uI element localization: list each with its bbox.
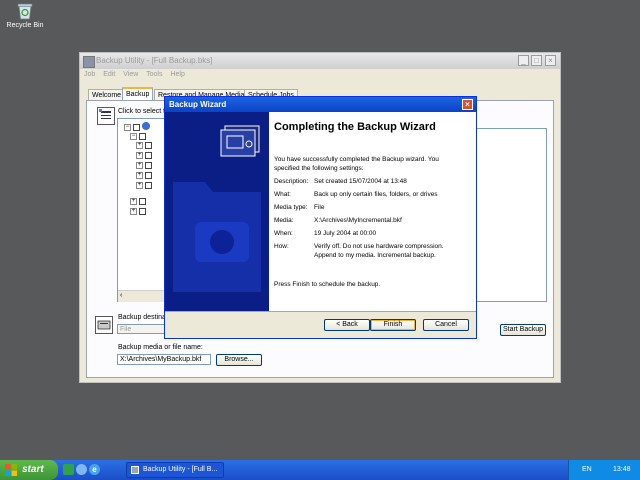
tree-expander[interactable]: − (124, 124, 131, 131)
backup-tree[interactable]: − − + + + + + + + ‹ (117, 118, 169, 302)
scroll-left-icon[interactable]: ‹ (120, 292, 122, 299)
setting-label-what: What: (274, 191, 291, 198)
clock[interactable]: 13:48 (613, 466, 631, 473)
tree-checkbox[interactable] (133, 124, 140, 131)
setting-value-how: Verify off. Do not use hardware compress… (314, 243, 444, 259)
tree-checkbox[interactable] (145, 152, 152, 159)
tree-expander[interactable]: + (136, 172, 143, 179)
tree-expander[interactable]: + (136, 142, 143, 149)
show-desktop-icon[interactable] (63, 464, 74, 475)
menu-tools[interactable]: Tools (146, 71, 162, 78)
media-player-icon[interactable] (76, 464, 87, 475)
backup-destination-icon (95, 316, 113, 334)
cancel-button[interactable]: Cancel (423, 319, 469, 331)
menu-edit[interactable]: Edit (103, 71, 115, 78)
wizard-heading: Completing the Backup Wizard (274, 121, 436, 133)
main-window-title: Backup Utility - [Full Backup.bks] (96, 56, 213, 65)
back-button[interactable]: < Back (324, 319, 370, 331)
tree-checkbox[interactable] (139, 133, 146, 140)
backup-wizard-graphic (165, 112, 269, 311)
menu-job[interactable]: Job (84, 71, 95, 78)
internet-explorer-icon[interactable]: e (89, 464, 100, 475)
tree-expander[interactable]: + (136, 162, 143, 169)
tree-checkbox[interactable] (145, 172, 152, 179)
tree-expander[interactable]: + (136, 152, 143, 159)
select-items-label: Click to select t (118, 108, 166, 115)
wizard-intro-text: You have successfully completed the Back… (274, 156, 439, 172)
wizard-footer-text: Press Finish to schedule the backup. (274, 281, 381, 288)
setting-label-when: When: (274, 230, 293, 237)
recycle-bin-icon (17, 2, 33, 20)
setting-value-media: X:\Archives\MyIncremental.bkf (314, 217, 402, 224)
start-button[interactable]: start (0, 460, 58, 480)
browse-button[interactable]: Browse... (216, 354, 262, 366)
taskbar-item-label: Backup Utility - [Full B... (143, 466, 218, 473)
desktop-node-icon (142, 122, 150, 130)
wizard-separator (165, 311, 476, 312)
tree-checkbox[interactable] (139, 208, 146, 215)
menu-help[interactable]: Help (170, 71, 184, 78)
setting-label-how: How: (274, 243, 289, 250)
tree-expander[interactable]: − (130, 133, 137, 140)
setting-value-what: Back up only certain files, folders, or … (314, 191, 438, 198)
main-close-button[interactable]: × (545, 55, 556, 66)
windows-logo-icon (5, 464, 17, 476)
tree-expander[interactable]: + (130, 208, 137, 215)
backup-task-icon (131, 466, 139, 474)
wizard-title: Backup Wizard (169, 100, 227, 109)
wizard-title-bar[interactable]: Backup Wizard × (165, 97, 476, 112)
media-name-input[interactable]: X:\Archives\MyBackup.bkf (117, 354, 211, 365)
main-title-bar[interactable]: Backup Utility - [Full Backup.bks] _ □ × (80, 53, 560, 69)
backup-wizard-dialog: Backup Wizard × Completing the Backup Wi… (164, 96, 477, 339)
backup-destination-label: Backup destina (118, 314, 166, 321)
setting-label-media-type: Media type: (274, 204, 308, 211)
backup-items-icon (97, 107, 115, 125)
tree-expander[interactable]: + (136, 182, 143, 189)
setting-label-media: Media: (274, 217, 294, 224)
language-indicator[interactable]: EN (582, 466, 592, 473)
backup-app-icon (83, 56, 95, 68)
tree-checkbox[interactable] (145, 142, 152, 149)
tree-expander[interactable]: + (130, 198, 137, 205)
media-name-label: Backup media or file name: (118, 344, 203, 351)
tree-checkbox[interactable] (145, 162, 152, 169)
recycle-bin-label: Recycle Bin (6, 22, 44, 29)
finish-button[interactable]: Finish (370, 319, 416, 331)
start-label: start (22, 464, 44, 475)
setting-value-when: 19 July 2004 at 00:00 (314, 230, 377, 237)
setting-value-description: Set created 15/07/2004 at 13:48 (314, 178, 407, 185)
wizard-close-button[interactable]: × (462, 99, 473, 110)
tree-checkbox[interactable] (139, 198, 146, 205)
backup-file-list[interactable] (475, 128, 547, 302)
taskbar-item-backup-utility[interactable]: Backup Utility - [Full B... (126, 462, 224, 478)
maximize-button[interactable]: □ (531, 55, 542, 66)
tab-backup[interactable]: Backup (122, 87, 154, 101)
setting-value-media-type: File (314, 204, 325, 211)
recycle-bin-desktop-icon[interactable]: Recycle Bin (6, 2, 44, 29)
start-backup-button[interactable]: Start Backup (500, 324, 546, 336)
tree-checkbox[interactable] (145, 182, 152, 189)
system-tray: EN 13:48 (568, 460, 640, 480)
menu-view[interactable]: View (123, 71, 138, 78)
minimize-button[interactable]: _ (518, 55, 529, 66)
backup-destination-select[interactable]: File (117, 324, 165, 334)
menu-bar: Job Edit View Tools Help (84, 71, 191, 81)
taskbar: start e Backup Utility - [Full B... EN 1… (0, 460, 640, 480)
wizard-banner (165, 112, 269, 311)
tree-horizontal-scrollbar[interactable]: ‹ (118, 290, 168, 302)
setting-label-description: Description: (274, 178, 309, 185)
